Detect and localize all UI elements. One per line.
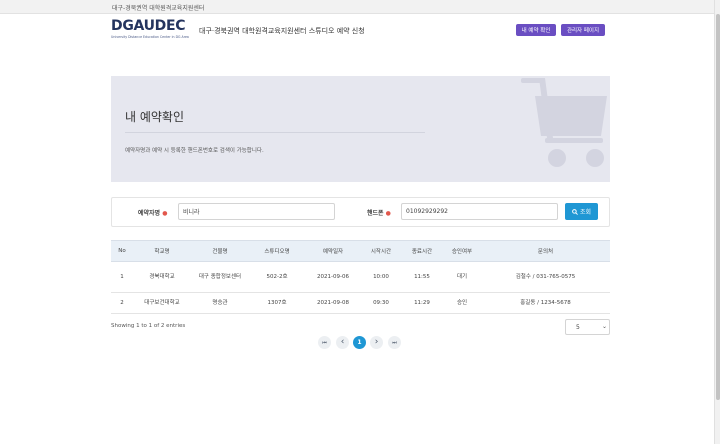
table-cell: 2021-09-08 [305, 292, 361, 314]
search-icon [572, 208, 578, 215]
table-cell: 대구보건대학교 [133, 292, 191, 314]
column-header[interactable]: 학교명 [133, 240, 191, 262]
table-cell: 명승관 [191, 292, 249, 314]
table-cell: 김철수 / 031-765-0575 [481, 261, 610, 293]
table-row[interactable]: 2 대구보건대학교 명승관 1307호 2021-09-08 09:30 11:… [111, 292, 610, 314]
pagination: ⏮ ‹ 1 › ⏭ [318, 336, 402, 349]
required-mark: ● [162, 210, 168, 217]
table-cell: 2021-09-06 [305, 261, 361, 293]
table-cell: 대기 [443, 261, 481, 293]
site-title: 대구·경북권역 대학원격교육지원센터 스튜디오 예약 신청 [199, 27, 365, 35]
table-cell: 대구 종합정보센터 [191, 261, 249, 293]
page-button-1[interactable]: 1 [353, 336, 366, 349]
column-header[interactable]: 시작시간 [361, 240, 401, 262]
table-cell: 502-2호 [249, 261, 305, 293]
name-input[interactable] [178, 203, 335, 220]
table-cell: 11:55 [401, 261, 443, 293]
my-reservation-button[interactable]: 내 예약 확인 [516, 24, 556, 36]
table-cell: 2 [111, 292, 133, 314]
table-cell: 11:29 [401, 292, 443, 314]
column-header[interactable]: No [111, 240, 133, 262]
column-header[interactable]: 종료시간 [401, 240, 443, 262]
phone-label: 핸드폰 ● [367, 210, 391, 217]
logo-subtext: University Distance Education Center in … [111, 35, 189, 39]
chevron-down-icon: ⌄ [602, 323, 608, 330]
last-page-button[interactable]: ⏭ [388, 336, 401, 349]
first-page-icon: ⏮ [322, 339, 327, 346]
chevron-left-icon: ‹ [340, 337, 345, 347]
top-utility-bar: 대구-경북권역 대학원격교육지원센터 [0, 0, 714, 14]
name-label: 예약자명 ● [138, 210, 168, 217]
table-cell: 경북대학교 [133, 261, 191, 293]
page-hero: 내 예약확인 예약자명과 예약 시 등록한 핸드폰번호로 검색이 가능합니다. [111, 76, 610, 182]
last-page-icon: ⏭ [392, 339, 397, 346]
first-page-button[interactable]: ⏮ [318, 336, 331, 349]
page-title: 내 예약확인 [125, 110, 185, 124]
table-cell: 승인 [443, 292, 481, 314]
page-size-select[interactable]: 5 ⌄ [565, 319, 610, 335]
prev-page-button[interactable]: ‹ [336, 336, 349, 349]
page-number: 1 [357, 339, 362, 346]
column-header[interactable]: 승인여부 [443, 240, 481, 262]
table-cell: 10:00 [361, 261, 401, 293]
table-cell: 홍길동 / 1234-5678 [481, 292, 610, 314]
next-page-button[interactable]: › [370, 336, 383, 349]
site-logo[interactable]: DGAUDEC University Distance Education Ce… [111, 19, 191, 41]
reservation-table: No 학교명 건물명 스튜디오명 예약일자 시작시간 종료시간 승인여부 문의처… [111, 240, 610, 314]
table-cell: 1307호 [249, 292, 305, 314]
table-cell: 09:30 [361, 292, 401, 314]
hero-divider [125, 132, 425, 133]
search-button[interactable]: 조회 [565, 203, 598, 220]
table-info: Showing 1 to 1 of 2 entries [111, 323, 186, 329]
page-description: 예약자명과 예약 시 등록한 핸드폰번호로 검색이 가능합니다. [125, 148, 264, 154]
search-panel: 예약자명 ● 핸드폰 ● 조회 [111, 197, 610, 227]
topbar-text: 대구-경북권역 대학원격교육지원센터 [112, 5, 205, 12]
column-header[interactable]: 문의처 [481, 240, 610, 262]
table-header-row: No 학교명 건물명 스튜디오명 예약일자 시작시간 종료시간 승인여부 문의처 [111, 240, 610, 262]
column-header[interactable]: 스튜디오명 [249, 240, 305, 262]
admin-page-button[interactable]: 관리자 페이지 [561, 24, 605, 36]
page-size-value: 5 [576, 324, 580, 331]
shopping-cart-icon [521, 78, 607, 167]
chevron-right-icon: › [374, 337, 379, 347]
required-mark: ● [385, 210, 391, 217]
table-cell: 1 [111, 261, 133, 293]
search-button-label: 조회 [579, 209, 592, 216]
vertical-scrollbar[interactable] [714, 0, 720, 444]
column-header[interactable]: 건물명 [191, 240, 249, 262]
phone-input[interactable] [401, 203, 558, 220]
table-row[interactable]: 1 경북대학교 대구 종합정보센터 502-2호 2021-09-06 10:0… [111, 261, 610, 293]
logo-text: DGAUDEC [111, 18, 186, 34]
scrollbar-thumb[interactable] [716, 14, 720, 400]
column-header[interactable]: 예약일자 [305, 240, 361, 262]
